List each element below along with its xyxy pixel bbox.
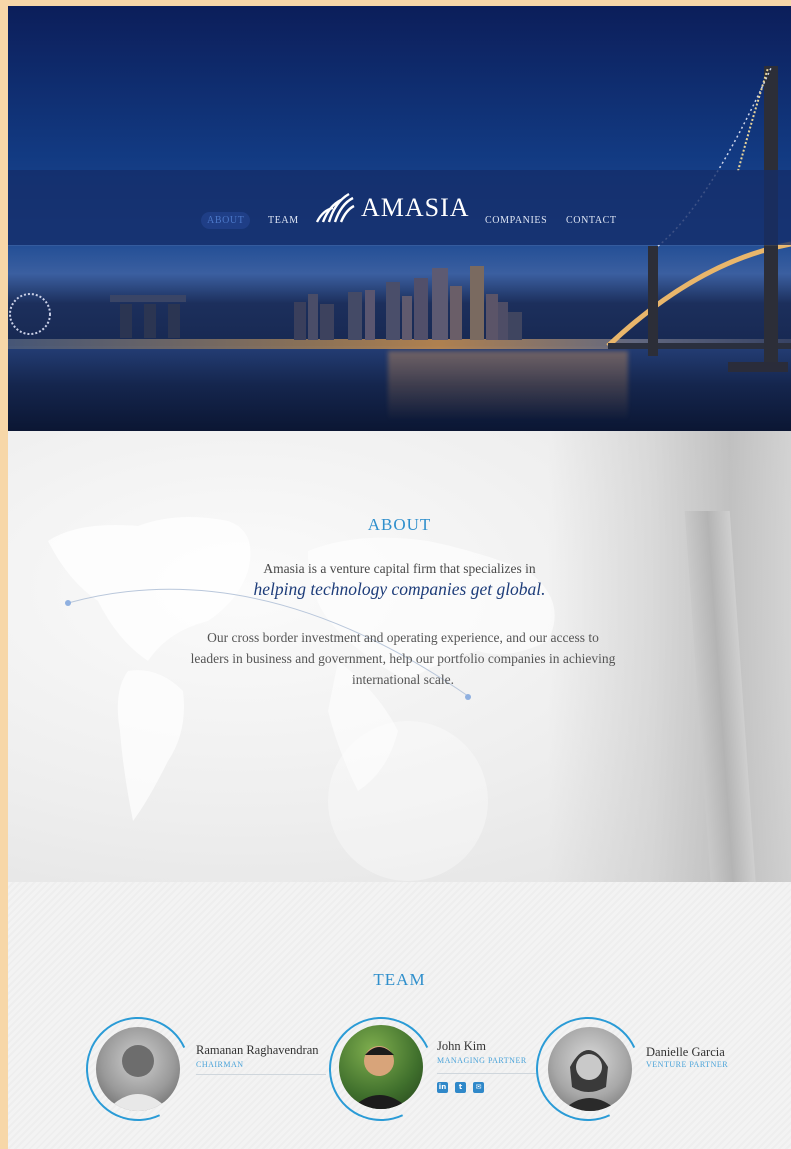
person-silhouette-icon [351, 1046, 409, 1109]
person-silhouette-icon [562, 1050, 618, 1111]
social-links: in t ✉ [437, 1082, 484, 1093]
about-title: ABOUT [367, 515, 432, 534]
person-silhouette-icon [106, 1045, 170, 1111]
about-lead-text: Amasia is a venture capital firm that sp… [263, 561, 536, 576]
member-photo [339, 1025, 423, 1109]
linkedin-icon[interactable]: in [437, 1082, 448, 1093]
nav-item-about[interactable]: ABOUT [201, 212, 251, 229]
nav-item-contact[interactable]: CONTACT [566, 215, 617, 226]
member-name: Danielle Garcia [646, 1045, 725, 1059]
about-body-text: Our cross border investment and operatin… [190, 630, 616, 687]
team-section: TEAM Ramanan Raghavendran CHAIRMAN John … [8, 882, 791, 1149]
about-section: ABOUT Amasia is a venture capital firm t… [8, 431, 791, 882]
member-photo [96, 1027, 180, 1111]
member-name: Ramanan Raghavendran [196, 1043, 319, 1057]
nav-item-companies[interactable]: COMPANIES [485, 215, 547, 226]
email-icon[interactable]: ✉ [473, 1082, 484, 1093]
logo-text: AMASIA [361, 193, 470, 222]
divider [437, 1073, 537, 1074]
divider [196, 1074, 326, 1075]
page: ABOUT TEAM AMASIA COMPANIES CONTACT ABOU… [8, 6, 791, 1149]
about-highlight-text: helping technology companies get global. [253, 579, 546, 599]
member-photo [548, 1027, 632, 1111]
member-role: MANAGING PARTNER [437, 1056, 527, 1065]
logo-wave-icon [315, 192, 355, 223]
twitter-icon[interactable]: t [455, 1082, 466, 1093]
amasia-logo[interactable]: AMASIA [313, 186, 470, 230]
member-role: CHAIRMAN [196, 1060, 244, 1069]
member-role: VENTURE PARTNER [646, 1060, 729, 1069]
nav-item-team[interactable]: TEAM [268, 215, 299, 226]
team-title: TEAM [373, 970, 426, 989]
member-name: John Kim [437, 1039, 486, 1053]
